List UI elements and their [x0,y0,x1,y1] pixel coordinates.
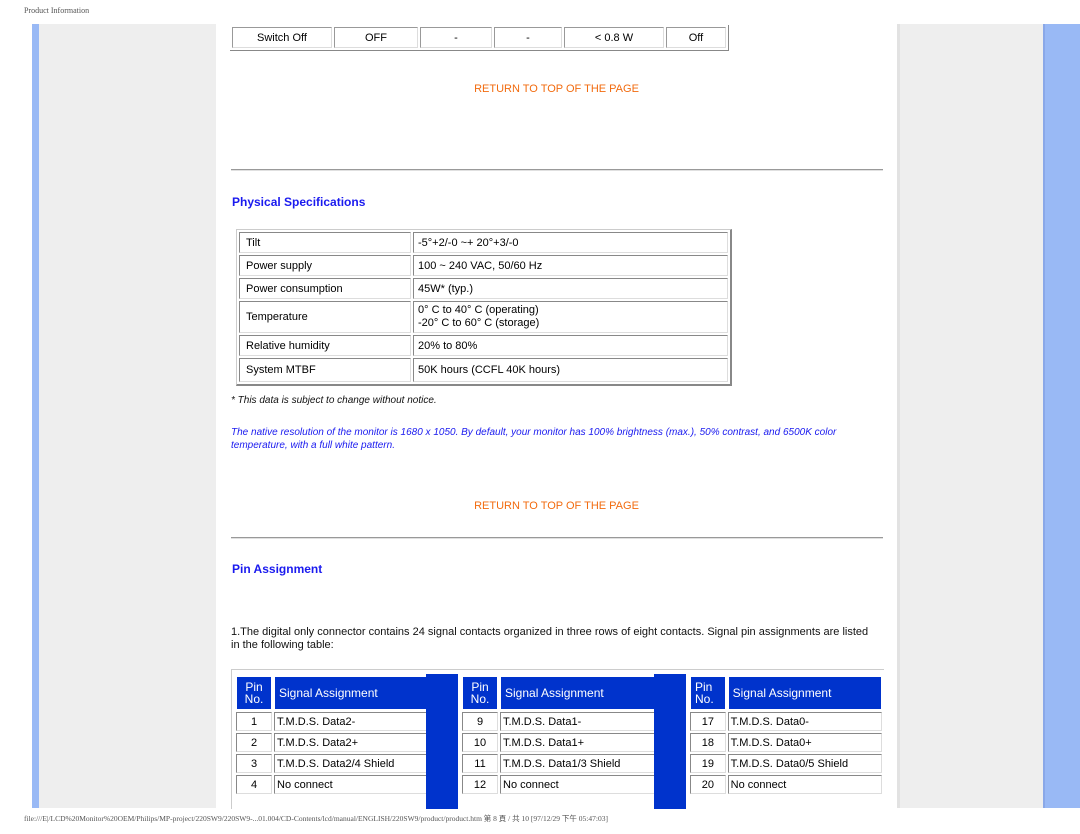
table-cell: Switch Off [232,27,332,48]
pin-signal: No connect [274,775,432,794]
table-header-row: Pin No. Signal Assignment [690,676,882,710]
spec-value: 50K hours (CCFL 40K hours) [413,358,728,382]
table-row: 18 T.M.D.S. Data0+ [690,733,882,752]
return-to-top-link[interactable]: RETURN TO TOP OF THE PAGE [216,500,897,512]
table-row: Relative humidity 20% to 80% [239,335,728,356]
signal-header: Signal Assignment [500,676,658,710]
table-row: 2 T.M.D.S. Data2+ [236,733,432,752]
pin-table-spacer [654,674,686,809]
pin-number: 20 [690,775,726,794]
pin-no-header: Pin No. [236,676,272,710]
table-cell: < 0.8 W [564,27,664,48]
pin-intro-text: 1.The digital only connector contains 24… [231,626,869,651]
table-row: Temperature 0° C to 40° C (operating) -20°… [239,301,728,333]
divider [231,169,883,171]
right-sidebar [897,24,1043,808]
pin-number: 19 [690,754,726,773]
pin-group-1: Pin No. Signal Assignment 1 T.M.D.S. Data2… [234,674,434,796]
signal-header: Signal Assignment [274,676,432,710]
pin-signal: T.M.D.S. Data1/3 Shield [500,754,658,773]
change-notice: * This data is subject to change without… [231,395,437,406]
pin-assignment-table: Pin No. Signal Assignment 1 T.M.D.S. Data2… [231,669,884,809]
native-resolution-note: The native resolution of the monitor is … [231,427,837,451]
pin-signal: T.M.D.S. Data0/5 Shield [727,754,882,773]
pin-table-spacer [426,674,458,809]
table-row: System MTBF 50K hours (CCFL 40K hours) [239,358,728,382]
pin-number: 3 [236,754,272,773]
spec-label: Tilt [239,232,411,253]
print-header: Product Information [24,6,90,15]
left-accent-bar [32,24,39,808]
pin-signal: T.M.D.S. Data1- [500,712,658,731]
table-cell: - [494,27,562,48]
table-row: Switch Off OFF - - < 0.8 W Off [232,27,726,48]
pin-number: 17 [690,712,726,731]
spec-label: Power supply [239,255,411,276]
pin-no-header: Pin No. [690,676,726,710]
signal-header: Signal Assignment [727,676,882,710]
pin-signal: T.M.D.S. Data0+ [727,733,882,752]
main-content: Switch Off OFF - - < 0.8 W Off RETURN TO… [216,24,897,809]
spec-value: 45W* (typ.) [413,278,728,299]
table-row: 9 T.M.D.S. Data1- [462,712,658,731]
spec-value: -5°+2/-0 ~+ 20°+3/-0 [413,232,728,253]
pin-number: 9 [462,712,498,731]
table-row: 1 T.M.D.S. Data2- [236,712,432,731]
spec-value: 20% to 80% [413,335,728,356]
table-row: Power supply 100 ~ 240 VAC, 50/60 Hz [239,255,728,276]
pin-signal: T.M.D.S. Data2+ [274,733,432,752]
spec-value: 100 ~ 240 VAC, 50/60 Hz [413,255,728,276]
pin-signal: T.M.D.S. Data0- [727,712,882,731]
pin-number: 1 [236,712,272,731]
table-row: 20 No connect [690,775,882,794]
print-footer: file:///E|/LCD%20Monitor%20OEM/Philips/M… [24,814,608,823]
pin-signal: T.M.D.S. Data2- [274,712,432,731]
table-cell: - [420,27,492,48]
divider [231,537,883,539]
table-row: Power consumption 45W* (typ.) [239,278,728,299]
power-management-table: Switch Off OFF - - < 0.8 W Off [230,25,729,51]
pin-signal: No connect [500,775,658,794]
table-row: 10 T.M.D.S. Data1+ [462,733,658,752]
spec-label: Power consumption [239,278,411,299]
spec-label: System MTBF [239,358,411,382]
spec-value-line: 0° C to 40° C (operating) [418,304,539,316]
spec-label: Temperature [239,301,411,333]
right-accent-bar [1043,24,1080,808]
spec-value: 0° C to 40° C (operating) -20° C to 60° C… [413,301,728,333]
table-row: 4 No connect [236,775,432,794]
pin-number: 12 [462,775,498,794]
pin-number: 10 [462,733,498,752]
table-row: Tilt -5°+2/-0 ~+ 20°+3/-0 [239,232,728,253]
pin-signal: T.M.D.S. Data2/4 Shield [274,754,432,773]
pin-group-2: Pin No. Signal Assignment 9 T.M.D.S. Data1… [460,674,660,796]
table-cell: OFF [334,27,418,48]
pin-signal: No connect [727,775,882,794]
pin-number: 4 [236,775,272,794]
pin-group-3: Pin No. Signal Assignment 17 T.M.D.S. Data… [688,674,884,796]
table-row: 3 T.M.D.S. Data2/4 Shield [236,754,432,773]
table-header-row: Pin No. Signal Assignment [462,676,658,710]
pin-number: 11 [462,754,498,773]
table-header-row: Pin No. Signal Assignment [236,676,432,710]
spec-value-line: -20° C to 60° C (storage) [418,317,540,329]
pin-number: 18 [690,733,726,752]
pin-number: 2 [236,733,272,752]
table-row: 11 T.M.D.S. Data1/3 Shield [462,754,658,773]
pin-signal: T.M.D.S. Data1+ [500,733,658,752]
pin-assignment-heading: Pin Assignment [232,562,323,576]
table-row: 19 T.M.D.S. Data0/5 Shield [690,754,882,773]
table-row: 12 No connect [462,775,658,794]
physical-specifications-table: Tilt -5°+2/-0 ~+ 20°+3/-0 Power supply 100… [236,229,732,386]
table-row: 17 T.M.D.S. Data0- [690,712,882,731]
table-cell: Off [666,27,726,48]
return-to-top-link[interactable]: RETURN TO TOP OF THE PAGE [216,83,897,95]
spec-label: Relative humidity [239,335,411,356]
physical-specifications-heading: Physical Specifications [232,195,366,209]
left-sidebar [39,24,216,808]
pin-no-header: Pin No. [462,676,498,710]
